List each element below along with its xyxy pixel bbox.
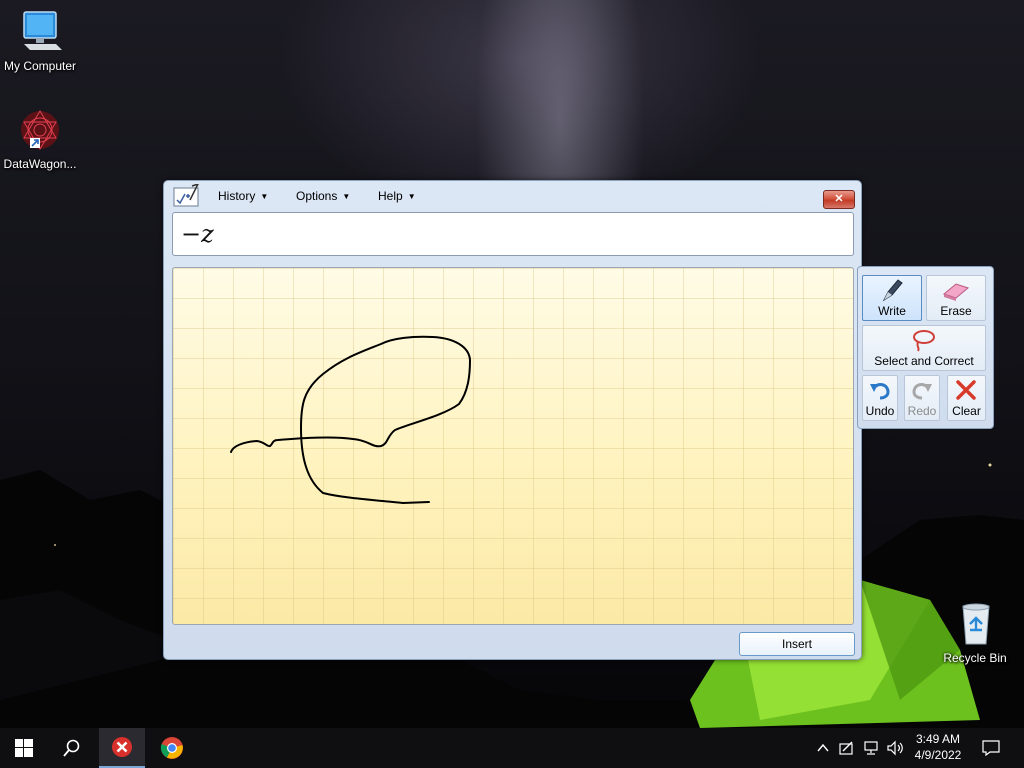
chevron-up-icon[interactable]: [817, 743, 829, 753]
clock[interactable]: 3:49 AM 4/9/2022: [908, 731, 968, 763]
chevron-down-icon: ▼: [260, 192, 269, 201]
clock-time: 3:49 AM: [915, 732, 961, 746]
clear-button[interactable]: Clear: [947, 375, 986, 421]
search-icon: [63, 739, 80, 757]
taskbar-app-error[interactable]: [99, 728, 145, 768]
history-menu[interactable]: History ▼: [218, 189, 268, 203]
close-button[interactable]: ✕: [823, 190, 855, 209]
taskbar: 3:49 AM 4/9/2022: [0, 728, 1024, 768]
taskbar-chrome[interactable]: [149, 728, 195, 768]
recognition-preview-box[interactable]: −z: [172, 212, 854, 256]
undo-button[interactable]: Undo: [862, 375, 898, 421]
writing-pad[interactable]: [172, 267, 854, 625]
undo-icon: [870, 383, 890, 400]
menu-bar: History ▼ Options ▼ Help ▼ ✕: [164, 181, 861, 211]
monitor-icon: [23, 11, 62, 50]
write-button[interactable]: Write: [862, 275, 922, 321]
math-input-app-icon: [173, 184, 199, 207]
lasso-icon: [913, 330, 935, 352]
chevron-down-icon: ▼: [407, 192, 416, 201]
options-menu[interactable]: Options ▼: [296, 189, 350, 203]
recycle-bin-desktop-icon[interactable]: Recycle Bin: [935, 602, 1015, 665]
history-menu-label: History: [218, 189, 256, 203]
help-menu-label: Help: [378, 189, 403, 203]
clear-x-icon: [956, 380, 976, 400]
my-computer-desktop-icon[interactable]: My Computer: [0, 10, 80, 73]
pen-input-icon[interactable]: [839, 741, 855, 755]
insert-button[interactable]: Insert: [739, 632, 855, 656]
datawagon-logo-icon: [21, 110, 59, 150]
math-input-panel-window: History ▼ Options ▼ Help ▼ ✕ −z Insert: [163, 180, 862, 660]
close-icon: ✕: [834, 193, 844, 205]
search-button[interactable]: [49, 728, 95, 768]
clear-button-label: Clear: [952, 404, 981, 418]
redo-button-label: Redo: [907, 404, 937, 418]
select-and-correct-button[interactable]: Select and Correct: [862, 325, 986, 371]
desktop-icon-label: My Computer: [3, 59, 77, 73]
erase-button[interactable]: Erase: [926, 275, 986, 321]
volume-icon[interactable]: [886, 740, 904, 756]
options-menu-label: Options: [296, 189, 338, 203]
insert-button-label: Insert: [781, 637, 812, 651]
clock-date: 4/9/2022: [914, 748, 962, 762]
recognized-expression: −z: [181, 220, 214, 248]
desktop-icon-label: Recycle Bin: [943, 651, 1007, 665]
recycle-bin-icon: [962, 603, 990, 645]
tool-panel: Write Erase Select and Correct Undo Redo: [857, 266, 994, 429]
chevron-down-icon: ▼: [342, 192, 351, 201]
desktop-icon-label: DataWagon...: [3, 157, 77, 171]
erase-button-label: Erase: [940, 304, 972, 318]
ink-stroke: [230, 335, 471, 504]
redo-icon: [912, 383, 932, 400]
help-menu[interactable]: Help ▼: [378, 189, 416, 203]
eraser-icon: [942, 283, 970, 301]
datawagon-desktop-icon[interactable]: DataWagon...: [0, 108, 80, 171]
start-button[interactable]: [1, 728, 47, 768]
pen-icon: [882, 279, 903, 302]
start-icon: [15, 739, 33, 757]
select-and-correct-label: Select and Correct: [874, 354, 974, 368]
notification-icon[interactable]: [982, 740, 1000, 756]
redo-button[interactable]: Redo: [904, 375, 940, 421]
network-icon[interactable]: [863, 740, 879, 756]
chrome-icon: [160, 737, 183, 759]
app-error-icon: [112, 737, 132, 757]
undo-button-label: Undo: [865, 404, 895, 418]
write-button-label: Write: [878, 304, 906, 318]
